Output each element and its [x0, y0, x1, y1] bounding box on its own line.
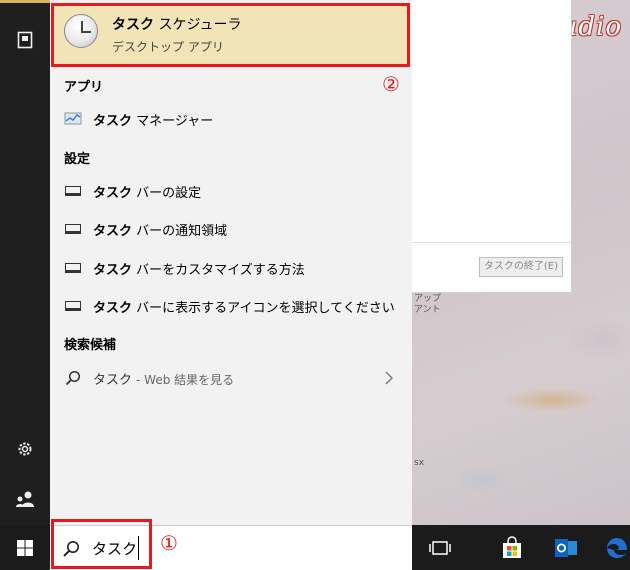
rail-accent [0, 0, 50, 3]
best-match-subtitle: デスクトップ アプリ [112, 40, 224, 54]
task-view-icon[interactable] [426, 534, 454, 562]
result-web-search[interactable]: タスク - Web 結果を見る [50, 362, 412, 394]
section-settings: 設定 [64, 152, 91, 167]
text-caret [138, 536, 139, 560]
taskbar-icon [65, 263, 81, 273]
task-manager-window: タスクの終了(E) [412, 0, 572, 293]
start-menu-rail [0, 0, 50, 570]
window-divider [412, 242, 571, 243]
store-icon[interactable] [498, 534, 526, 562]
result-task-manager[interactable]: タスク マネージャー [50, 103, 412, 135]
result-taskbar-customize[interactable]: タスク バーをカスタマイズする方法 [50, 252, 412, 284]
task-manager-icon [63, 112, 83, 126]
section-suggestions: 検索候補 [64, 338, 117, 353]
taskbar: タスク [0, 525, 630, 570]
search-input[interactable]: タスク [92, 538, 137, 559]
result-taskbar-notification-area[interactable]: タスク バーの通知領域 [50, 213, 412, 245]
result-label: タスク - Web 結果を見る [93, 372, 235, 388]
annotation-step1: ① [160, 531, 178, 555]
search-icon [62, 540, 80, 562]
end-task-button[interactable]: タスクの終了(E) [478, 257, 563, 277]
taskbar-icon [65, 186, 81, 196]
section-apps: アプリ [64, 80, 104, 95]
result-label: タスク バーに表示するアイコンを選択してください [93, 300, 395, 316]
chevron-right-icon[interactable] [384, 370, 394, 390]
result-label: タスク マネージャー [93, 113, 214, 129]
edge-icon[interactable] [603, 534, 630, 562]
taskbar-icon [65, 301, 81, 311]
clock-icon [64, 14, 98, 48]
annotation-step2: ② [382, 72, 400, 96]
best-match-task-scheduler[interactable]: タスク スケジューラ デスクトップ アプリ [54, 4, 408, 64]
result-taskbar-settings[interactable]: タスク バーの設定 [50, 175, 412, 207]
result-label: タスク バーの設定 [93, 185, 202, 201]
search-box[interactable]: タスク [50, 525, 412, 570]
user-accounts-icon[interactable] [13, 487, 37, 511]
result-label: タスク バーをカスタマイズする方法 [93, 262, 305, 278]
start-button[interactable] [0, 525, 50, 570]
best-match-title: タスク スケジューラ [112, 17, 242, 33]
gear-icon[interactable] [13, 437, 37, 461]
taskbar-icon [65, 224, 81, 234]
search-results-panel: タスク スケジューラ デスクトップ アプリ アプリ タスク マネージャー 設定 … [50, 0, 412, 525]
result-label: タスク バーの通知領域 [93, 223, 228, 239]
outlook-icon[interactable] [552, 534, 580, 562]
desktop-ghost-label: アップ アント [414, 294, 442, 315]
windows-logo-icon [17, 539, 33, 556]
search-icon [63, 370, 83, 386]
desktop-ghost-label-2: sx [414, 458, 425, 468]
result-taskbar-choose-icons[interactable]: タスク バーに表示するアイコンを選択してください [50, 290, 412, 322]
tablet-icon[interactable] [13, 28, 37, 52]
